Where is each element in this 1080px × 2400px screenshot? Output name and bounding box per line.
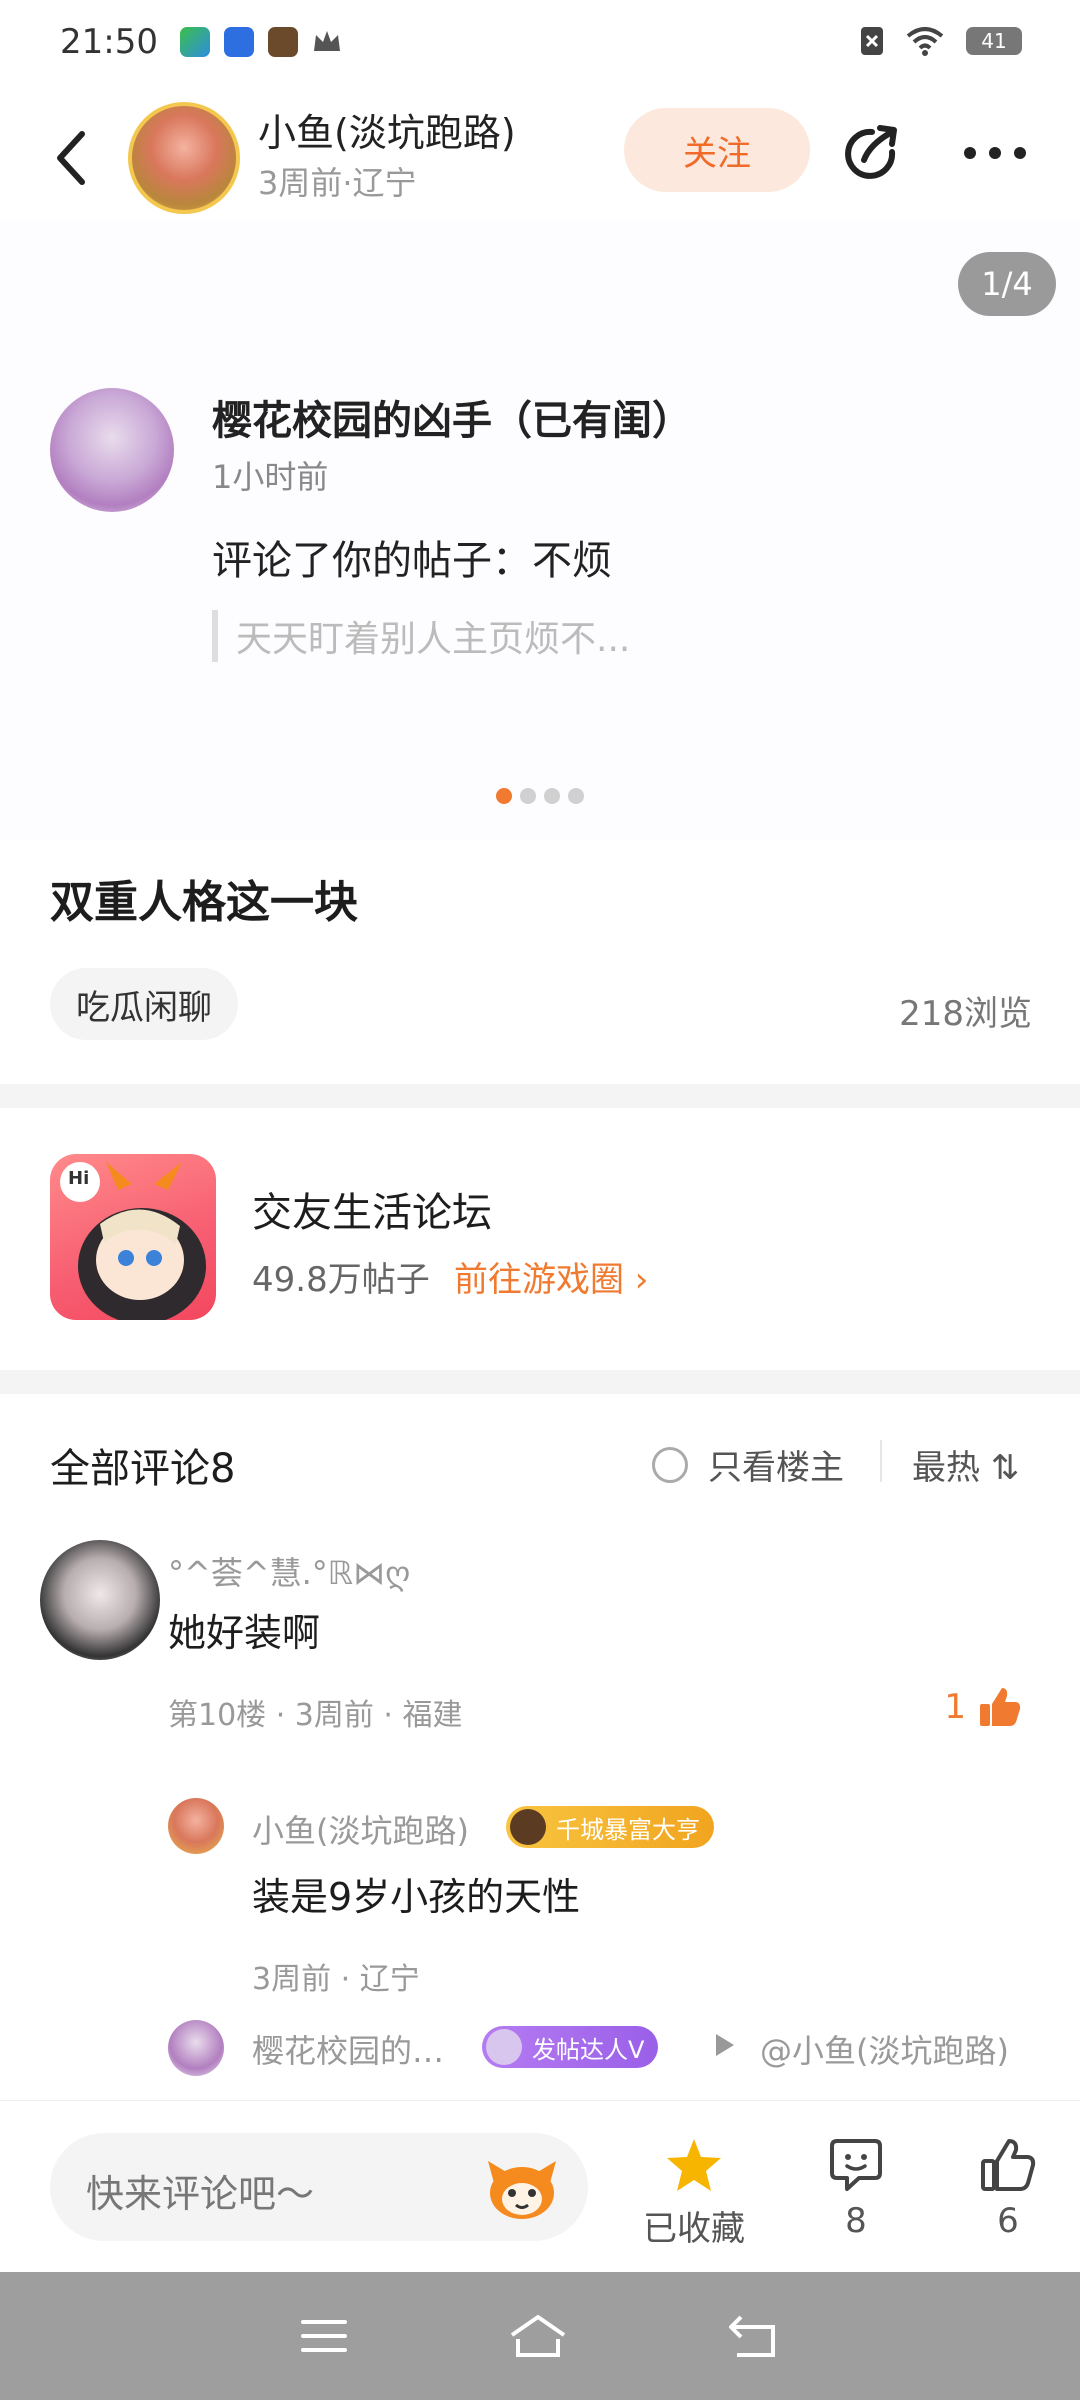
more-icon[interactable]: [960, 138, 1030, 168]
forum-icon-bubble-text: Hi: [68, 1168, 90, 1189]
author-meta: 3周前·辽宁: [258, 164, 417, 202]
status-time: 21:50: [60, 22, 158, 62]
carousel-dots: [496, 788, 584, 804]
mascot-emoji-icon[interactable]: [484, 2153, 560, 2221]
home-icon[interactable]: [508, 2313, 568, 2359]
topic-tag[interactable]: 吃瓜闲聊: [50, 968, 238, 1040]
carousel-dot: [544, 788, 560, 804]
comment-count: 8: [845, 2201, 867, 2241]
page-counter: 1/4: [958, 252, 1056, 316]
game-notification-icon: [267, 27, 298, 57]
favorite-label: 已收藏: [643, 2209, 745, 2249]
back-nav-icon[interactable]: [727, 2313, 781, 2359]
user-badge: 千城暴富大亨: [506, 1806, 714, 1848]
status-bar: 21:50 41: [0, 0, 1080, 84]
only-op-radio[interactable]: [652, 1446, 688, 1483]
go-to-forum-link[interactable]: 前往游戏圈 ›: [454, 1252, 648, 1301]
sim-off-icon: [861, 27, 883, 55]
comments-title: 全部评论8: [50, 1446, 236, 1492]
reply-user[interactable]: 樱花校园的…: [252, 2026, 444, 2072]
comment-text[interactable]: 她好装啊: [168, 1602, 320, 1657]
forum-icon[interactable]: Hi: [50, 1154, 216, 1320]
carousel-dot: [568, 788, 584, 804]
star-filled-icon: [667, 2139, 721, 2191]
bottom-action-bar: 快来评论吧～ 已收藏 8 6: [0, 2100, 1080, 2272]
sort-divider: [880, 1440, 882, 1482]
follow-button[interactable]: 关注: [624, 108, 810, 192]
author-name[interactable]: 小鱼(淡坑跑路): [258, 102, 516, 157]
comment-avatar[interactable]: [40, 1540, 160, 1660]
back-icon[interactable]: [48, 128, 98, 188]
reply-meta: 3周前 · 辽宁: [252, 1962, 420, 1997]
notification-body: 评论了你的帖子：不烦: [212, 538, 612, 584]
crown-icon: [313, 31, 340, 51]
comment-input[interactable]: 快来评论吧～: [50, 2133, 588, 2241]
user-badge: 发帖达人V: [482, 2026, 659, 2068]
like-button[interactable]: 6: [968, 2137, 1048, 2241]
notification-avatar: [50, 388, 174, 512]
comment-bubble-icon: [830, 2139, 882, 2191]
like-count: 6: [997, 2201, 1019, 2241]
app-notification-icon: [179, 27, 210, 57]
reply-avatar[interactable]: [168, 2020, 224, 2076]
comment-user[interactable]: °^荟^慧.°ℝ⋈ღ: [168, 1548, 410, 1594]
reply-avatar[interactable]: [168, 1798, 224, 1854]
favorite-button[interactable]: 已收藏: [638, 2137, 750, 2250]
reply-text[interactable]: 装是9岁小孩的天性: [252, 1866, 580, 1921]
reply-user[interactable]: 小鱼(淡坑跑路): [252, 1806, 469, 1852]
comment-meta: 第10楼 · 3周前 · 福建: [168, 1698, 463, 1733]
section-divider: [0, 1084, 1080, 1108]
notification-user: 樱花校园的凶手（已有闺）: [212, 398, 692, 444]
status-right: 41: [860, 26, 1022, 56]
post-title: 双重人格这一块: [50, 877, 358, 928]
sort-toggle[interactable]: 最热 ⇅: [912, 1440, 1019, 1489]
notification-icons: [179, 27, 342, 57]
post-image-carousel[interactable]: 1/4 樱花校园的凶手（已有闺） 1小时前 评论了你的帖子：不烦 天天盯着别人主…: [0, 220, 1080, 840]
system-nav-bar: [0, 2272, 1080, 2400]
comment-like-button[interactable]: 1: [944, 1686, 1022, 1728]
share-icon[interactable]: [842, 122, 906, 186]
forum-post-count: 49.8万帖子: [252, 1260, 430, 1300]
carousel-dot-active: [496, 788, 512, 804]
carousel-dot: [520, 788, 536, 804]
comment-placeholder: 快来评论吧～: [86, 2172, 315, 2216]
section-divider: [0, 1370, 1080, 1394]
forum-name[interactable]: 交友生活论坛: [252, 1180, 492, 1238]
author-avatar[interactable]: [128, 102, 240, 214]
post-header: 小鱼(淡坑跑路) 3周前·辽宁 关注: [0, 90, 1080, 220]
view-count: 218浏览: [899, 994, 1032, 1034]
battery-icon: 41: [966, 27, 1022, 55]
wifi-icon: [906, 27, 944, 56]
only-op-label: 只看楼主: [708, 1448, 844, 1488]
only-op-toggle[interactable]: 只看楼主: [652, 1440, 844, 1489]
menu-icon[interactable]: [299, 2316, 349, 2356]
notification-quote: 天天盯着别人主页烦不...: [212, 610, 630, 662]
notification-time: 1小时前: [212, 458, 329, 496]
reply-mention[interactable]: @小鱼(淡坑跑路): [760, 2026, 1009, 2072]
thumbs-up-icon: [981, 2139, 1036, 2191]
paw-notification-icon: [223, 27, 254, 57]
thumbs-up-filled-icon: [980, 1688, 1021, 1726]
reply-to-arrow-icon: [716, 2034, 734, 2056]
comment-count-button[interactable]: 8: [816, 2137, 896, 2241]
comment-like-count: 1: [944, 1687, 966, 1727]
